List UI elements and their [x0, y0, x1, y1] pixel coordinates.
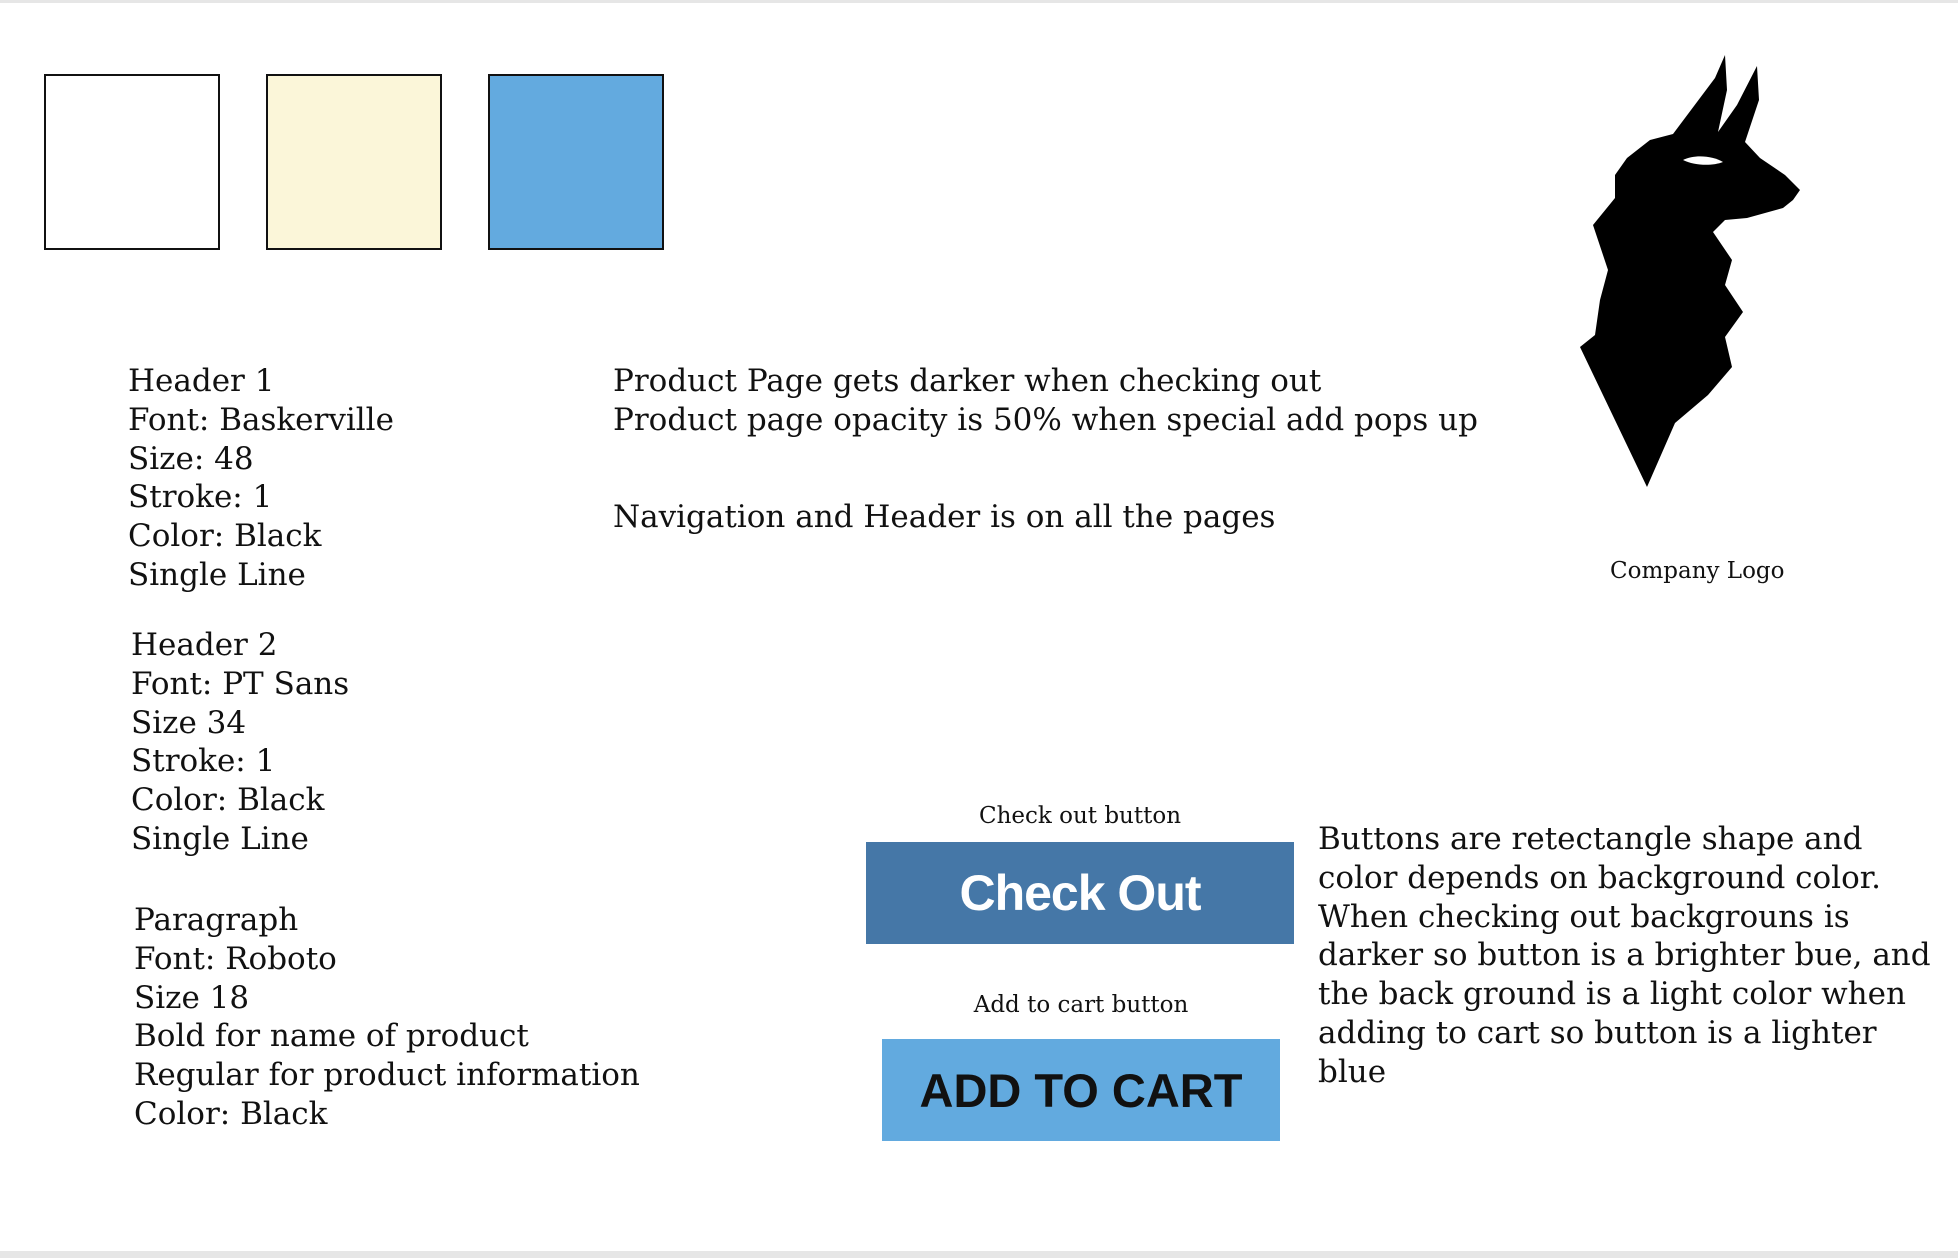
header1-title: Header 1 — [128, 363, 275, 399]
paragraph-size: Size 18 — [134, 979, 250, 1016]
page-behavior-notes: Product Page gets darker when checking o… — [613, 362, 1478, 440]
header1-color: Color: Black — [128, 518, 322, 555]
paragraph-color: Color: Black — [134, 1095, 328, 1132]
paragraph-font: Font: Roboto — [134, 940, 337, 977]
add-to-cart-button-caption: Add to cart button — [973, 992, 1189, 1018]
header1-lines: Single Line — [128, 556, 306, 593]
bottom-border — [0, 1251, 1958, 1258]
paragraph-regular-rule: Regular for product information — [134, 1057, 640, 1094]
add-to-cart-button[interactable]: ADD TO CART — [882, 1039, 1280, 1141]
header1-font: Font: Baskerville — [128, 401, 394, 438]
note-navigation: Navigation and Header is on all the page… — [613, 499, 1276, 535]
llama-head-icon — [1580, 55, 1800, 487]
paragraph-bold-rule: Bold for name of product — [134, 1018, 529, 1055]
header2-font: Font: PT Sans — [131, 665, 350, 702]
header1-stroke: Stroke: 1 — [128, 479, 273, 516]
color-swatch-cream — [266, 74, 442, 250]
header2-stroke: Stroke: 1 — [131, 743, 276, 780]
checkout-button[interactable]: Check Out — [866, 842, 1294, 944]
note-opacity: Product page opacity is 50% when special… — [613, 401, 1478, 438]
header2-title: Header 2 — [131, 627, 278, 663]
top-border — [0, 0, 1958, 3]
buttons-description: Buttons are retectangle shape and color … — [1318, 821, 1931, 1090]
note-darker-checkout: Product Page gets darker when checking o… — [613, 363, 1322, 399]
header2-lines: Single Line — [131, 820, 309, 857]
checkout-button-caption: Check out button — [978, 803, 1182, 829]
header1-spec: Header 1 Font: Baskerville Size: 48 Stro… — [128, 362, 394, 595]
navigation-note: Navigation and Header is on all the page… — [613, 498, 1275, 537]
color-swatch-white — [44, 74, 220, 250]
logo-caption: Company Logo — [1610, 558, 1785, 584]
paragraph-title: Paragraph — [134, 902, 299, 938]
paragraph-spec: Paragraph Font: Roboto Size 18 Bold for … — [134, 901, 640, 1134]
header2-color: Color: Black — [131, 782, 325, 819]
header2-spec: Header 2 Font: PT Sans Size 34 Stroke: 1… — [131, 626, 349, 859]
color-swatch-blue — [488, 74, 664, 250]
header1-size: Size: 48 — [128, 440, 254, 477]
header2-size: Size 34 — [131, 704, 247, 741]
